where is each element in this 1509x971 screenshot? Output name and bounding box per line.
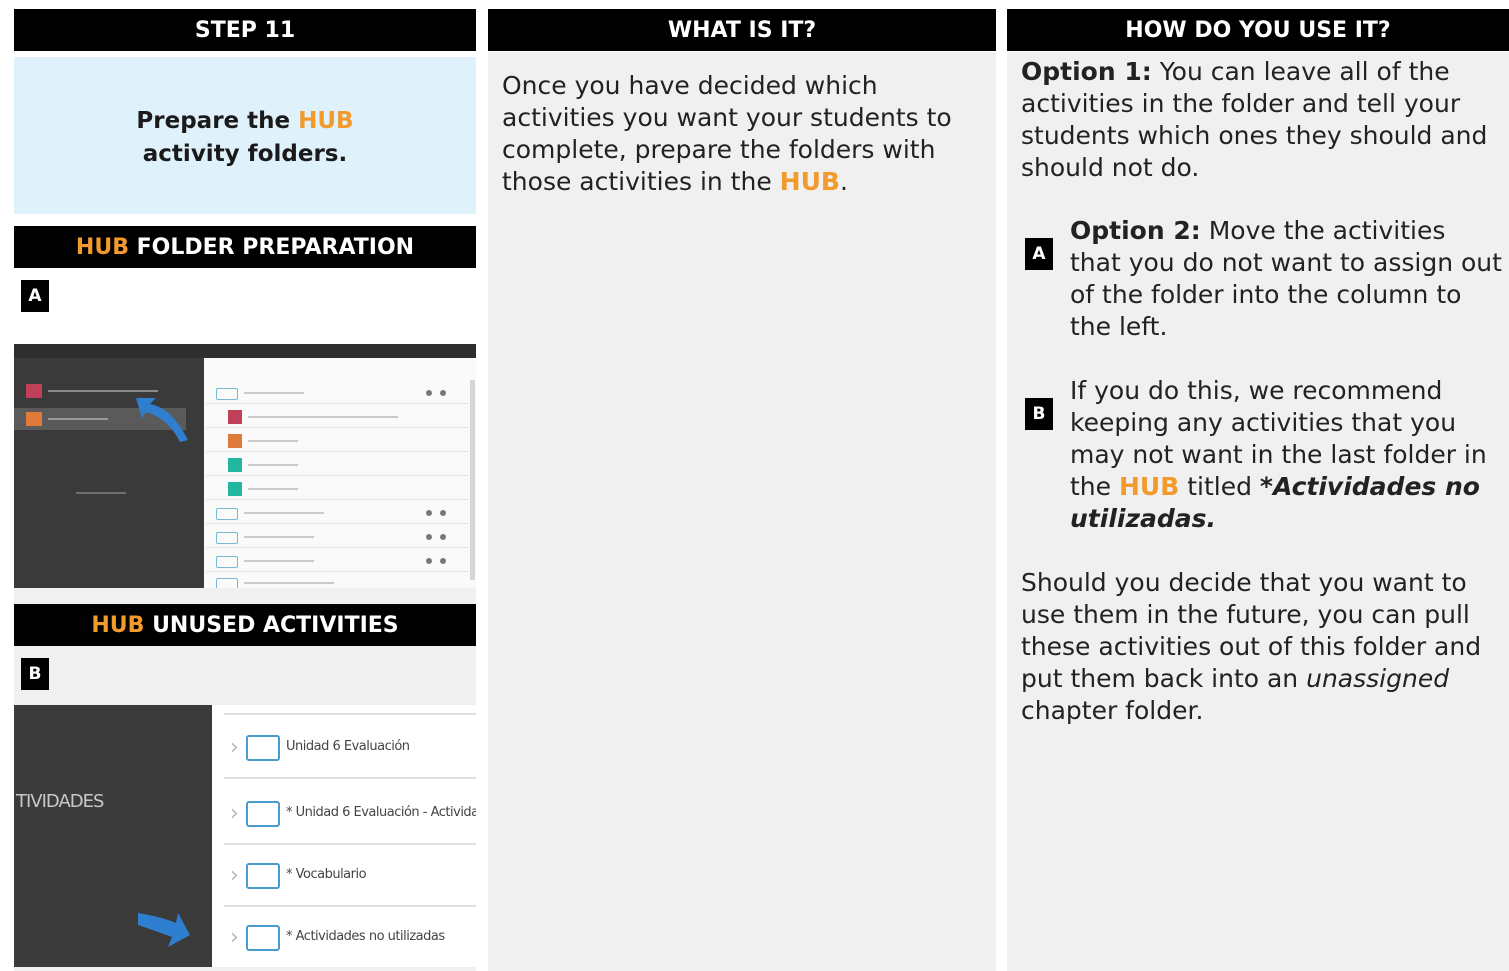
scrollbar[interactable] bbox=[470, 380, 475, 580]
folder-icon bbox=[216, 532, 238, 544]
option1-text: Option 1: You can leave all of the activ… bbox=[1021, 56, 1501, 184]
unused-label: UNUSED ACTIVITIES bbox=[152, 613, 399, 638]
folder-icon bbox=[216, 578, 238, 588]
folder-icon bbox=[246, 735, 280, 761]
folder-icon bbox=[246, 863, 280, 889]
folder-row bbox=[206, 550, 468, 572]
folder-icon bbox=[216, 556, 238, 568]
folder-row: › Unidad 6 Evaluación bbox=[224, 717, 476, 779]
recommend-text: If you do this, we recommend keeping any… bbox=[1070, 375, 1490, 535]
folder-row bbox=[206, 526, 468, 548]
unused-header: HUB UNUSED ACTIVITIES bbox=[14, 604, 476, 646]
folder-row: › * Unidad 6 Evaluación - Actividades Ad… bbox=[224, 783, 476, 845]
folder-name: * Vocabulario bbox=[286, 867, 367, 882]
folder-name: * Unidad 6 Evaluación - Actividades Adic… bbox=[286, 805, 476, 820]
folder-row bbox=[206, 382, 468, 404]
folder-prep-header: HUB FOLDER PREPARATION bbox=[14, 226, 476, 268]
activities-pane bbox=[14, 358, 204, 588]
recommend-hub: HUB bbox=[1118, 472, 1180, 501]
chevron-right-icon: › bbox=[230, 801, 239, 826]
what-end: . bbox=[839, 167, 848, 196]
badge-a-right: A bbox=[1025, 238, 1053, 270]
step-header: STEP 11 bbox=[14, 9, 476, 51]
future-post: chapter folder. bbox=[1021, 696, 1204, 725]
pane-label: TIVIDADES bbox=[16, 791, 104, 812]
folder-row: › * Actividades no utilizadas bbox=[224, 907, 476, 967]
arrow-a-icon bbox=[136, 398, 188, 442]
what-body: Once you have decided which activities y… bbox=[502, 71, 952, 196]
badge-b-right: B bbox=[1025, 398, 1053, 430]
folder-row bbox=[206, 502, 468, 524]
step-title-hub: HUB bbox=[298, 108, 354, 134]
chevron-right-icon: › bbox=[230, 925, 239, 950]
activity-thumb bbox=[26, 384, 42, 398]
future-text: Should you decide that you want to use t… bbox=[1021, 567, 1509, 727]
what-hub: HUB bbox=[779, 167, 840, 196]
folder-name: * Actividades no utilizadas bbox=[286, 929, 445, 944]
recommend-titled: titled bbox=[1187, 472, 1252, 501]
option2-label: Option 2: bbox=[1070, 216, 1201, 245]
folder-prep-label: FOLDER PREPARATION bbox=[136, 235, 415, 260]
folder-icon bbox=[216, 508, 238, 520]
arrow-b-icon bbox=[138, 913, 190, 947]
what-header: WHAT IS IT? bbox=[488, 9, 996, 51]
activity-line bbox=[48, 418, 108, 420]
pane-label bbox=[76, 492, 126, 494]
activity-row bbox=[206, 406, 468, 428]
what-text: Once you have decided which activities y… bbox=[502, 70, 992, 198]
option1-label: Option 1: bbox=[1021, 57, 1152, 86]
step-title-pre: Prepare the bbox=[136, 108, 291, 134]
app-topbar bbox=[14, 344, 476, 358]
activity-row bbox=[206, 454, 468, 476]
folder-icon bbox=[246, 801, 280, 827]
activity-row bbox=[206, 430, 468, 452]
hub-folder-screenshot bbox=[14, 344, 476, 588]
folder-row: › * Vocabulario bbox=[224, 845, 476, 907]
chevron-right-icon: › bbox=[230, 735, 239, 760]
activity-row bbox=[206, 478, 468, 500]
badge-b-left: B bbox=[21, 658, 49, 690]
folder-prep-hub: HUB bbox=[75, 235, 129, 260]
step-box: Prepare the HUB activity folders. bbox=[14, 57, 476, 214]
badge-a-left: A bbox=[21, 280, 49, 312]
unused-activities-screenshot: TIVIDADES › Unidad 6 Evaluación › * Unid… bbox=[14, 705, 476, 967]
step-title: Prepare the HUB activity folders. bbox=[14, 105, 476, 171]
how-header: HOW DO YOU USE IT? bbox=[1007, 9, 1509, 51]
activity-line bbox=[48, 390, 158, 392]
activity-thumb bbox=[26, 412, 42, 426]
folder-name: Unidad 6 Evaluación bbox=[286, 739, 410, 754]
future-italic: unassigned bbox=[1306, 664, 1450, 693]
step-title-post: activity folders. bbox=[142, 141, 348, 167]
unused-hub: HUB bbox=[91, 613, 145, 638]
folder-icon bbox=[216, 388, 238, 400]
folder-row-partial bbox=[224, 705, 476, 715]
option2-text: Option 2: Move the activities that you d… bbox=[1070, 215, 1504, 343]
folder-row bbox=[206, 572, 468, 588]
chevron-right-icon: › bbox=[230, 863, 239, 888]
folder-icon bbox=[246, 925, 280, 951]
